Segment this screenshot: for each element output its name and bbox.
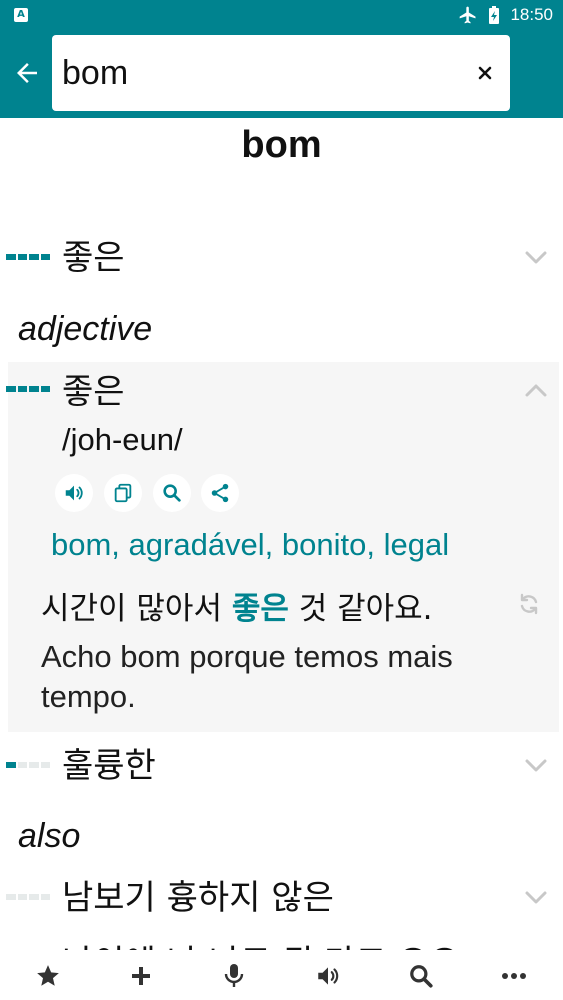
share-button[interactable] (201, 474, 239, 512)
headword-title: bom (241, 124, 322, 166)
share-icon (211, 483, 229, 503)
example-sentence-korean: 시간이 많아서 좋은 것 같아요. (41, 583, 433, 628)
more-icon (502, 973, 526, 979)
search-input[interactable] (62, 49, 462, 97)
search-word-button[interactable] (153, 474, 191, 512)
audio-button[interactable] (311, 959, 345, 993)
search-box (52, 35, 510, 111)
example-sentence-translation: Acho bom porque temos mais tempo. (41, 639, 453, 714)
add-button[interactable] (124, 959, 158, 993)
sense-word: 좋은 (62, 372, 125, 412)
close-icon (478, 66, 492, 80)
highlighted-word: 좋은 (231, 591, 289, 627)
sense-word: 좋은 (62, 238, 125, 278)
more-options-button[interactable] (497, 959, 531, 993)
frequency-meter (6, 762, 50, 768)
play-audio-button[interactable] (55, 474, 93, 512)
search-app-bar (0, 30, 563, 118)
example-text: 시간이 많아서 (41, 591, 232, 627)
part-of-speech-label: adjective (18, 310, 153, 348)
star-icon (37, 965, 59, 986)
copy-icon (114, 483, 132, 503)
chevron-up-icon[interactable] (522, 377, 550, 405)
sense-row-expanded[interactable]: 좋은 (0, 362, 563, 424)
chevron-down-icon[interactable] (522, 751, 550, 779)
search-button[interactable] (404, 959, 438, 993)
favorites-button[interactable] (31, 959, 65, 993)
battery-charging-icon (489, 6, 500, 24)
bottom-toolbar (0, 950, 563, 1000)
frequency-meter (6, 894, 50, 900)
app-notification-icon: A (14, 8, 28, 22)
sense-word: 남보기 흉하지 않은 (62, 878, 334, 918)
sense-row[interactable]: 훌륭한 (0, 734, 563, 796)
speaker-icon (318, 967, 339, 985)
search-icon (163, 484, 181, 502)
sense-row[interactable]: 남보기 흉하지 않은 (0, 866, 563, 928)
clear-search-button[interactable] (472, 60, 498, 86)
sense-word: 훌륭한 (62, 746, 156, 786)
arrow-left-icon (17, 63, 37, 83)
chevron-down-icon[interactable] (522, 883, 550, 911)
back-button[interactable] (8, 54, 46, 92)
frequency-meter (6, 254, 50, 260)
section-label: also (18, 817, 81, 855)
search-icon (410, 965, 433, 988)
plus-icon (132, 967, 150, 985)
copy-button[interactable] (104, 474, 142, 512)
frequency-meter (6, 386, 50, 392)
refresh-icon[interactable] (517, 592, 541, 616)
microphone-icon (224, 964, 244, 987)
voice-input-button[interactable] (217, 959, 251, 993)
status-time: 18:50 (510, 5, 553, 24)
pronunciation: /joh-eun/ (62, 422, 183, 457)
translation-text: bom, agradável, bonito, legal (51, 527, 450, 562)
status-indicators: 18:50 (458, 4, 553, 26)
speaker-icon (65, 485, 83, 501)
example-text: 것 같아요. (288, 591, 433, 627)
status-bar: A 18:50 (0, 0, 563, 30)
sense-row[interactable]: 좋은 (0, 226, 563, 288)
airplane-mode-icon (460, 6, 476, 24)
chevron-down-icon[interactable] (522, 243, 550, 271)
